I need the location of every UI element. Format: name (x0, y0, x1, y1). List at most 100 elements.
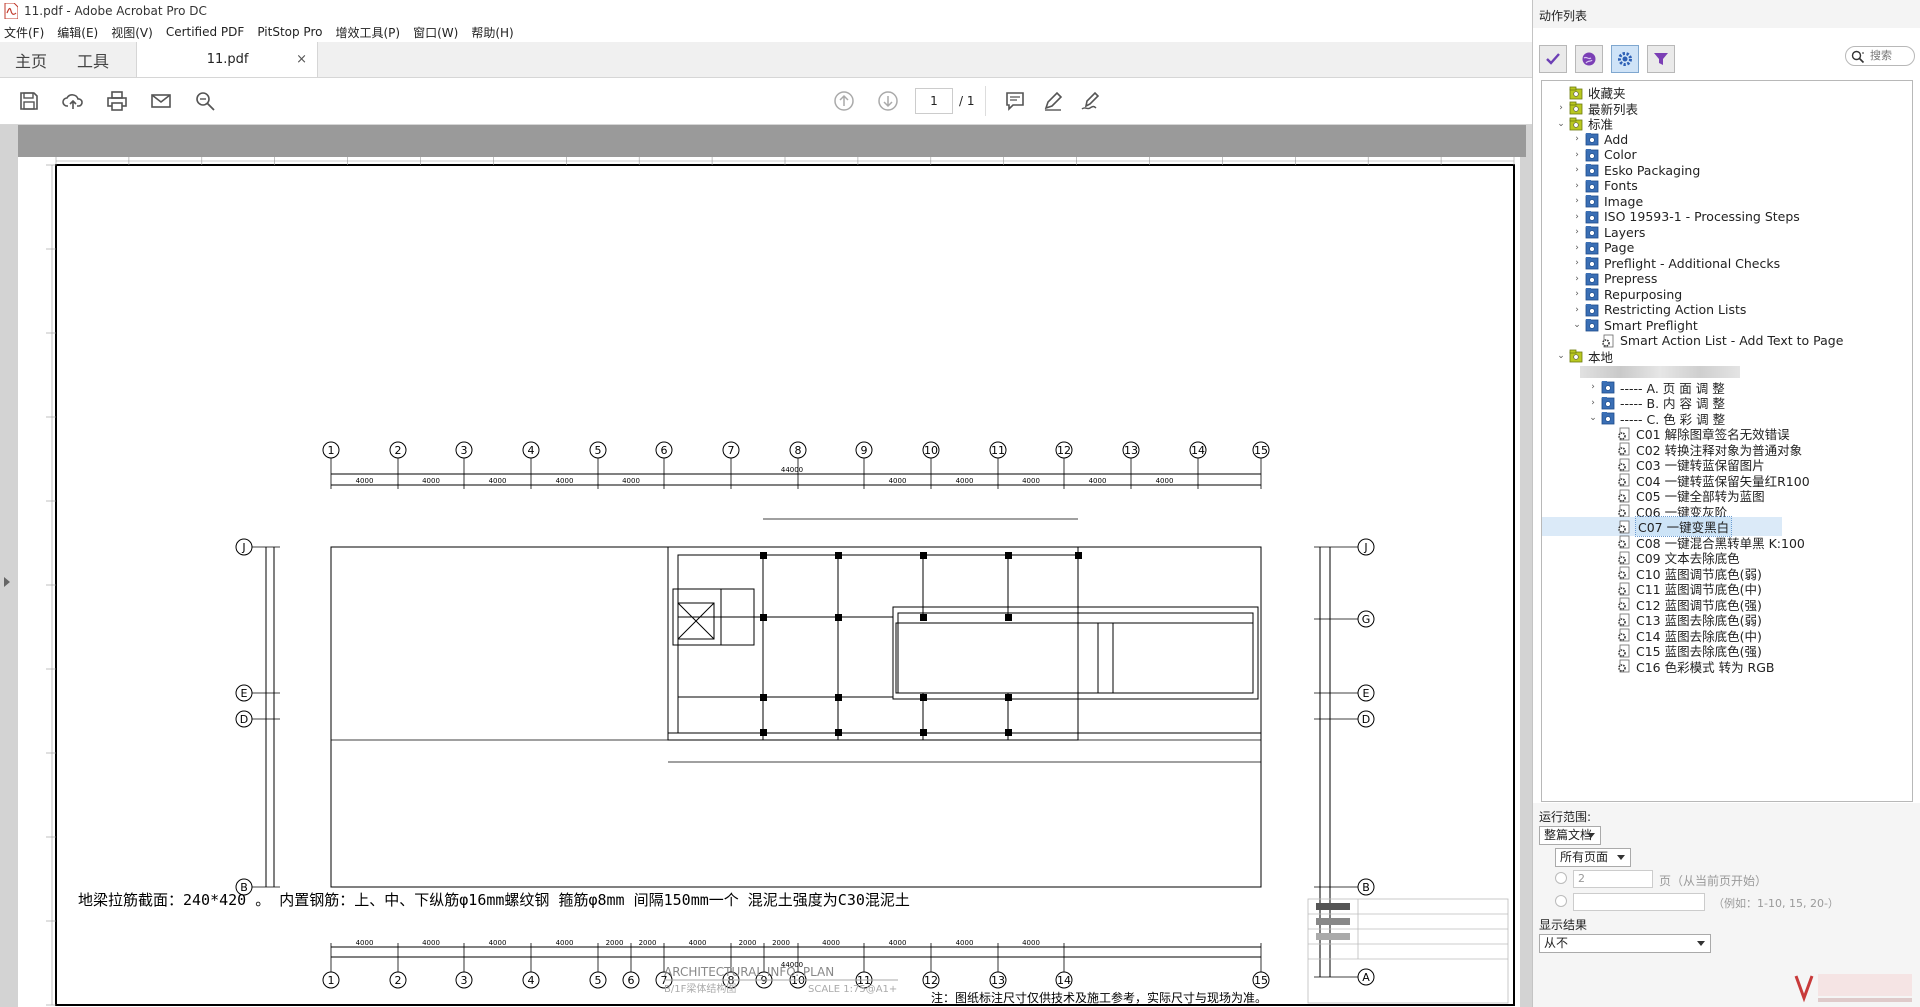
grid-axis-top-2: 2 (389, 441, 407, 459)
grid-axis-bottom-4: 4 (522, 971, 540, 989)
menu-help[interactable]: 帮助(H) (471, 24, 513, 41)
chevron-right-icon[interactable]: › (1588, 398, 1598, 408)
run-check-button[interactable] (1539, 45, 1567, 73)
search-input[interactable]: 搜索 (1845, 46, 1915, 66)
action-gear-icon (1618, 613, 1630, 626)
chevron-right-icon[interactable]: › (1572, 165, 1582, 175)
tab-home[interactable]: 主页 (0, 42, 62, 77)
menu-view[interactable]: 视图(V) (111, 24, 153, 41)
email-button[interactable] (146, 86, 176, 116)
ruler-top (55, 157, 1515, 165)
svg-text:1: 1 (328, 444, 335, 457)
chevron-right-icon[interactable]: › (1572, 243, 1582, 253)
grid-axis-top-12: 12 (1055, 441, 1073, 459)
grid-axis-bottom-14: 14 (1055, 971, 1073, 989)
action-set-icon (1585, 319, 1599, 332)
page-count-hint: 页（从当前页开始） (1659, 874, 1768, 888)
action-gear-icon (1618, 551, 1630, 564)
save-icon (20, 92, 38, 110)
globe-button[interactable] (1575, 45, 1603, 73)
chevron-right-icon[interactable]: › (1556, 103, 1566, 113)
filter-button[interactable] (1647, 45, 1675, 73)
tab-tools[interactable]: 工具 (62, 42, 124, 77)
chevron-right-icon[interactable]: › (1572, 134, 1582, 144)
chevron-right-icon[interactable]: › (1572, 289, 1582, 299)
menu-edit[interactable]: 编辑(E) (57, 24, 98, 41)
comment-button[interactable] (1000, 86, 1030, 116)
highlight-button[interactable] (1038, 86, 1068, 116)
grid-axis-top-1: 1 (322, 441, 340, 459)
page-range-input[interactable] (1573, 893, 1705, 911)
action-set-icon (1585, 288, 1599, 301)
menu-certified-pdf[interactable]: Certified PDF (166, 25, 245, 39)
action-set-icon (1585, 257, 1599, 270)
chevron-right-icon[interactable]: › (1572, 305, 1582, 315)
grid-axis-bottom-15: 15 (1252, 971, 1270, 989)
action-settings-button[interactable] (1611, 45, 1639, 73)
menu-pitstop-pro[interactable]: PitStop Pro (257, 25, 322, 39)
bottom-dimension-label: 4000 (356, 939, 374, 947)
print-button[interactable] (102, 86, 132, 116)
expand-left-pane-icon[interactable] (4, 577, 10, 587)
pages-dropdown[interactable]: 所有页面 (1555, 848, 1631, 867)
tree-item[interactable]: C16 色彩模式 转为 RGB (1542, 657, 1775, 676)
chevron-right-icon[interactable]: › (1588, 382, 1598, 392)
chevron-right-icon[interactable]: › (1572, 150, 1582, 160)
action-set-icon (1601, 396, 1615, 409)
main-toolbar: 1 / 1 (0, 78, 1532, 125)
previous-page-button[interactable] (829, 86, 859, 116)
upload-button[interactable] (58, 86, 88, 116)
page-count-input[interactable]: 2 (1573, 870, 1653, 888)
panel-title: 动作列表 (1539, 9, 1588, 23)
chevron-down-icon[interactable]: ⌄ (1556, 351, 1566, 361)
chevron-right-icon[interactable]: › (1572, 196, 1582, 206)
svg-text:15: 15 (1254, 444, 1268, 457)
svg-text:G: G (1362, 613, 1371, 626)
action-gear-icon (1618, 566, 1630, 580)
next-page-button[interactable] (873, 86, 903, 116)
grid-axis-right-D: D (1357, 710, 1375, 728)
svg-text:6: 6 (661, 444, 668, 457)
top-total-dimension: 44000 (781, 466, 803, 474)
chevron-right-icon[interactable]: › (1572, 227, 1582, 237)
run-scope-dropdown[interactable]: 整篇文档 (1539, 826, 1601, 845)
bottom-dimension-label: 4000 (556, 939, 574, 947)
checkmark-icon (1546, 53, 1560, 65)
sign-button[interactable] (1076, 86, 1106, 116)
grid-axis-left-D: D (235, 710, 253, 728)
save-button[interactable] (14, 86, 44, 116)
tree-item-label: C16 色彩模式 转为 RGB (1636, 659, 1775, 675)
cloud-upload-icon (62, 94, 83, 109)
page-count-radio[interactable] (1555, 872, 1567, 884)
chevron-down-icon[interactable]: ⌄ (1556, 119, 1566, 129)
action-list-panel: 动作列表 搜索 收藏夹 › 最新列表 ⌄ 标准 › Add › Color › Esko Packa… (1532, 0, 1920, 1007)
zoom-search-button[interactable] (190, 86, 220, 116)
menu-window[interactable]: 窗口(W) (413, 24, 458, 41)
tab-document[interactable]: 11.pdf × (136, 42, 319, 77)
grid-axis-bottom-6: 6 (622, 971, 640, 989)
chevron-right-icon[interactable]: › (1572, 212, 1582, 222)
chevron-down-icon[interactable]: ⌄ (1572, 320, 1582, 330)
top-dimension-label: 4000 (622, 477, 640, 485)
page-range-radio[interactable] (1555, 895, 1567, 907)
show-results-dropdown[interactable]: 从不 (1539, 934, 1711, 953)
folder-icon (1569, 86, 1583, 99)
page-number-input[interactable]: 1 (915, 88, 953, 114)
tab-bar: 主页 工具 11.pdf × (0, 42, 1532, 78)
close-tab-icon[interactable]: × (296, 52, 307, 67)
svg-text:9: 9 (861, 444, 868, 457)
svg-text:8: 8 (795, 444, 802, 457)
action-set-icon (1585, 272, 1599, 285)
menu-file[interactable]: 文件(F) (4, 24, 44, 41)
action-gear-icon (1618, 535, 1630, 549)
chevron-down-icon[interactable]: ⌄ (1588, 413, 1598, 423)
menu-plugins[interactable]: 增效工具(P) (335, 24, 400, 41)
chevron-right-icon[interactable]: › (1572, 181, 1582, 191)
window-title: 11.pdf - Adobe Acrobat Pro DC (24, 4, 207, 18)
chevron-right-icon[interactable]: › (1572, 274, 1582, 284)
svg-text:14: 14 (1191, 444, 1205, 457)
chevron-right-icon[interactable]: › (1572, 258, 1582, 268)
grid-axis-right-B: B (1357, 878, 1375, 896)
action-set-icon (1585, 303, 1599, 316)
envelope-icon (151, 94, 171, 108)
